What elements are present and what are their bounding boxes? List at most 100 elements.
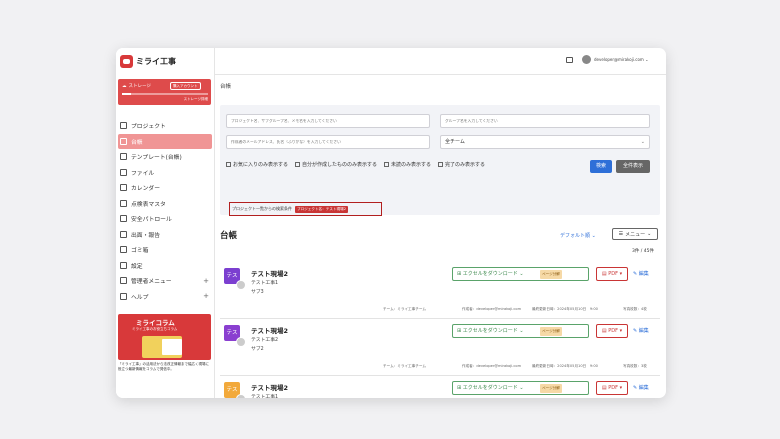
search-condition-tag[interactable]: プロジェクト名：テスト現場2 bbox=[295, 205, 349, 213]
search-button[interactable]: 検索 bbox=[590, 160, 612, 173]
team-select[interactable]: 全チーム ⌄ bbox=[440, 135, 650, 149]
mail-icon[interactable] bbox=[566, 57, 573, 63]
breadcrumb: 台帳 bbox=[220, 84, 232, 90]
ledger-name[interactable]: テスト現場2 bbox=[251, 268, 288, 278]
ledger-team: チーム：ミライ工事チーム bbox=[383, 364, 426, 368]
plan-badge[interactable]: 購入アカウント bbox=[170, 82, 201, 90]
checkbox-icon bbox=[438, 162, 444, 167]
sidebar-item-label: ヘルプ bbox=[131, 294, 149, 301]
chevron-down-icon: ⌄ bbox=[640, 139, 645, 145]
edit-link[interactable]: ✎ 編集 bbox=[633, 325, 649, 337]
storage-label-text: ストレージ bbox=[128, 84, 151, 89]
sidebar-item-label: 管理者メニュー bbox=[131, 279, 172, 286]
creator-search-input[interactable] bbox=[226, 135, 430, 149]
ledger-icon bbox=[120, 137, 127, 145]
filter-checkbox-label: 完了のみ表示する bbox=[445, 162, 486, 168]
top-bar: developer@mirakoji.com ⌄ bbox=[214, 48, 666, 75]
storage-bar bbox=[122, 93, 208, 95]
show-all-button[interactable]: 全件表示 bbox=[616, 160, 650, 173]
ledger-photo-count: 写真枚数：3枚 bbox=[623, 364, 647, 368]
sidebar-item[interactable]: 点検表マスタ bbox=[116, 196, 214, 212]
edit-link[interactable]: ✎ 編集 bbox=[633, 268, 649, 280]
sidebar-item[interactable]: 台帳 bbox=[118, 133, 212, 149]
shield-icon bbox=[120, 215, 127, 223]
ledger-updated: 最終更新日時：2024年05月10日 9:00 bbox=[532, 364, 598, 368]
ledger-card: テス テスト現場2 テスト工事1 サブ3 ⊞ エクセルをダウンロード ⌄ ページ分解 ▤ P… bbox=[220, 264, 660, 319]
storage-label: ☁ ストレージ bbox=[122, 83, 151, 90]
sidebar-item-label: ゴミ箱 bbox=[131, 248, 149, 255]
excel-download-label: ⊞ エクセルをダウンロード ⌄ bbox=[457, 271, 524, 277]
page-title: 台帳 bbox=[220, 231, 238, 241]
team-select-value: 全チーム bbox=[445, 139, 465, 145]
edit-link[interactable]: ✎ 編集 bbox=[633, 382, 649, 394]
main-content: 台帳 全チーム ⌄ お気に入りのみ表示する 自分が作成したもののみ表示する 未読のみ… bbox=[214, 75, 666, 398]
pdf-button[interactable]: ▤ PDF ▾ bbox=[596, 381, 628, 395]
sidebar-item[interactable]: 安全パトロール bbox=[116, 211, 214, 227]
ledger-subtitle: テスト工事1 bbox=[251, 281, 279, 286]
logo-icon bbox=[120, 54, 133, 68]
filter-checkbox[interactable]: 未読のみ表示する bbox=[384, 161, 431, 168]
pdf-button[interactable]: ▤ PDF ▾ bbox=[596, 324, 628, 338]
sort-dropdown[interactable]: デフォルト順 ⌄ bbox=[560, 232, 596, 239]
avatar bbox=[236, 394, 246, 398]
group-search-input[interactable] bbox=[440, 114, 650, 128]
ledger-subgroup: サブ2 bbox=[251, 347, 264, 352]
app-name: ミライ工事 bbox=[136, 56, 176, 66]
filter-checkbox[interactable]: お気に入りのみ表示する bbox=[226, 161, 288, 168]
sidebar-item[interactable]: カレンダー bbox=[116, 180, 214, 196]
trash-icon bbox=[120, 246, 127, 254]
sidebar-item[interactable]: ファイル bbox=[116, 165, 214, 181]
sidebar-item[interactable]: ヘルプ + bbox=[116, 289, 214, 305]
checkbox-icon bbox=[384, 162, 390, 167]
storage-panel: ☁ ストレージ 購入アカウント ストレージ詳細 bbox=[118, 79, 211, 105]
column-ad[interactable]: ミライコラム ミライ工事のお役立ちコラム 「ミライ工事」の活用法から法改正情報ま… bbox=[118, 314, 211, 396]
calendar-icon bbox=[120, 184, 127, 192]
ledger-team: チーム：ミライ工事チーム bbox=[383, 307, 426, 311]
sidebar-item[interactable]: 設定 bbox=[116, 258, 214, 274]
admin-icon bbox=[120, 277, 127, 285]
ledger-subtitle: テスト工事1 bbox=[251, 395, 279, 398]
storage-detail-link[interactable]: ストレージ詳細 bbox=[184, 97, 208, 102]
app-logo[interactable]: ミライ工事 bbox=[120, 54, 176, 68]
excel-download-button[interactable]: ⊞ エクセルをダウンロード ⌄ ページ分解 bbox=[452, 381, 589, 395]
plus-icon: + bbox=[203, 276, 209, 285]
sidebar-item[interactable]: プロジェクト bbox=[116, 118, 214, 134]
filter-checkbox[interactable]: 自分が作成したもののみ表示する bbox=[295, 161, 377, 168]
plus-icon: + bbox=[203, 292, 209, 301]
help-icon bbox=[120, 292, 127, 300]
filter-checkbox[interactable]: 完了のみ表示する bbox=[438, 161, 485, 168]
column-ad-subtitle: ミライ工事のお役立ちコラム bbox=[132, 327, 178, 331]
sidebar-item-label: ファイル bbox=[131, 170, 155, 177]
page-split-badge[interactable]: ページ分解 bbox=[540, 270, 562, 279]
excel-download-button[interactable]: ⊞ エクセルをダウンロード ⌄ ページ分解 bbox=[452, 324, 589, 338]
project-search-input[interactable] bbox=[226, 114, 430, 128]
excel-download-button[interactable]: ⊞ エクセルをダウンロード ⌄ ページ分解 bbox=[452, 267, 589, 281]
ledger-name[interactable]: テスト現場2 bbox=[251, 382, 288, 392]
column-ad-title: ミライコラム bbox=[136, 319, 175, 327]
sidebar-item-label: プロジェクト bbox=[131, 124, 166, 131]
page-split-badge[interactable]: ページ分解 bbox=[540, 327, 562, 336]
sidebar-item[interactable]: 出面・報告 bbox=[116, 227, 214, 243]
avatar bbox=[236, 280, 246, 290]
ledger-name[interactable]: テスト現場2 bbox=[251, 325, 288, 335]
sidebar-item[interactable]: 管理者メニュー + bbox=[116, 273, 214, 289]
checkbox-icon bbox=[295, 162, 301, 167]
ledger-creator: 作成者：developer@mirakoji.com bbox=[462, 307, 522, 311]
user-email[interactable]: developer@mirakoji.com ⌄ bbox=[594, 57, 648, 62]
page-split-badge[interactable]: ページ分解 bbox=[540, 384, 562, 393]
excel-download-label: ⊞ エクセルをダウンロード ⌄ bbox=[457, 328, 524, 334]
ledger-creator: 作成者：developer@mirakoji.com bbox=[462, 364, 522, 368]
checklist-icon bbox=[120, 199, 127, 207]
chevron-down-icon: ⌄ bbox=[647, 231, 652, 237]
sidebar-nav: プロジェクト台帳 テンプレート(台帳) ファイルカレンダー 点検表マスタ 安全パトロール… bbox=[116, 118, 214, 304]
menu-button[interactable]: ☰ メニュー ⌄ bbox=[612, 228, 658, 240]
avatar[interactable] bbox=[582, 55, 591, 64]
sidebar: ミライ工事 ☁ ストレージ 購入アカウント ストレージ詳細 プロジェクト台帳 テン… bbox=[116, 48, 215, 398]
sidebar-item[interactable]: ゴミ箱 bbox=[116, 242, 214, 258]
sidebar-item-label: 出面・報告 bbox=[131, 232, 160, 239]
ledger-photo-count: 写真枚数：4枚 bbox=[623, 307, 647, 311]
sidebar-item[interactable]: テンプレート(台帳) bbox=[116, 149, 214, 165]
pdf-button[interactable]: ▤ PDF ▾ bbox=[596, 267, 628, 281]
illustration-page-icon bbox=[162, 339, 182, 355]
search-condition-label: プロジェクト一覧からの検索条件 bbox=[232, 206, 292, 211]
